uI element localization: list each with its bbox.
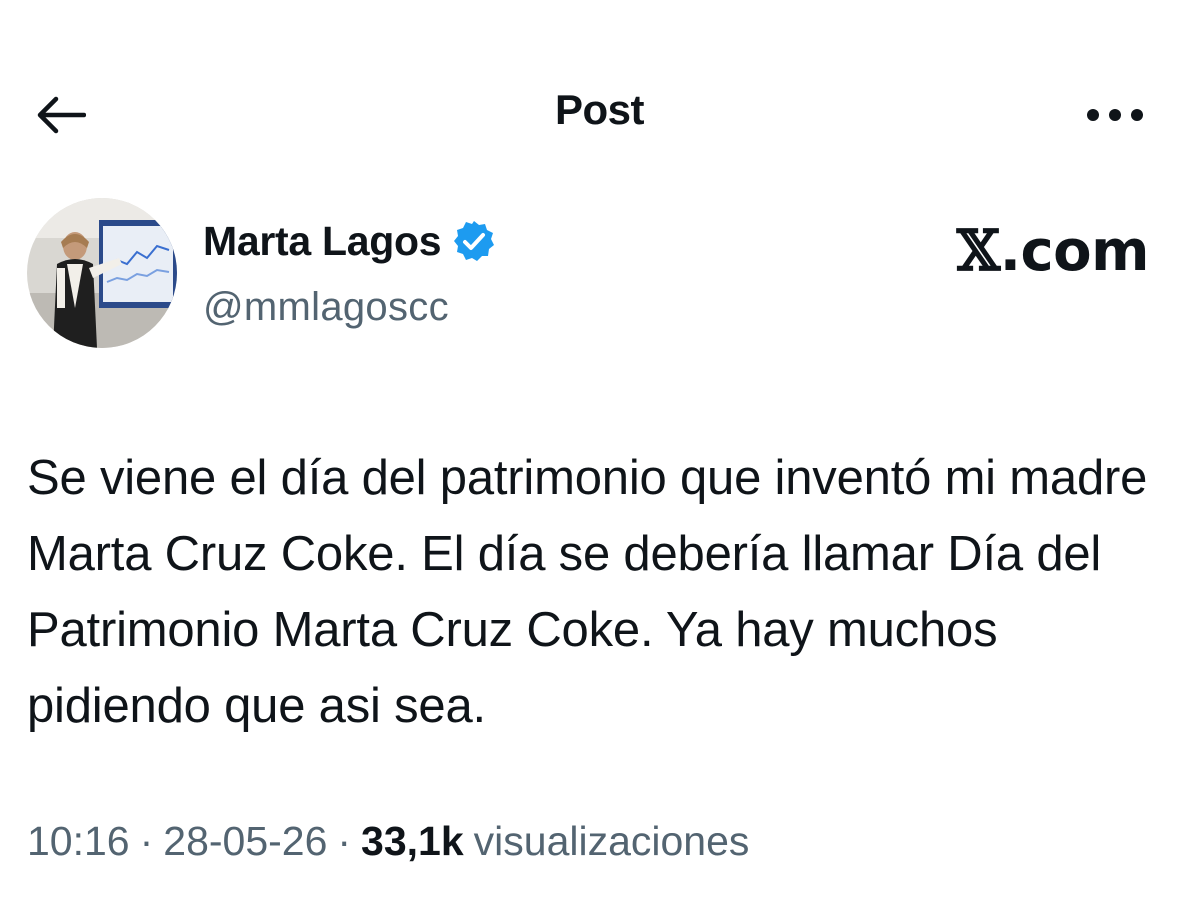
- source-label: 𝕏.com: [956, 218, 1150, 284]
- author-handle[interactable]: @mmlagoscc: [203, 285, 449, 330]
- avatar-photo: [27, 198, 177, 348]
- more-horizontal-icon: [1087, 109, 1143, 121]
- meta-separator: ·: [337, 818, 352, 864]
- author-name-row: Marta Lagos: [203, 218, 497, 265]
- post-text: Se viene el día del patrimonio que inven…: [27, 451, 1148, 733]
- source-domain: com: [1020, 219, 1149, 284]
- more-options-button[interactable]: [1080, 95, 1150, 135]
- views-count: 33,1k: [361, 818, 464, 864]
- avatar[interactable]: [27, 198, 177, 348]
- post-date[interactable]: 28-05-26: [163, 818, 327, 865]
- page-title: Post: [554, 86, 645, 133]
- x-logo-icon: 𝕏: [956, 218, 1000, 284]
- post-page: Post Marta Lagos @mmlagoscc 𝕏.com Se vie…: [0, 0, 1199, 913]
- post-time[interactable]: 10:16: [27, 818, 130, 865]
- source-separator: .: [999, 219, 1021, 284]
- meta-separator: ·: [139, 818, 154, 864]
- author-name[interactable]: Marta Lagos: [203, 218, 442, 265]
- post-meta: 10:16 · 28-05-26 · 33,1k visualizaciones: [27, 818, 749, 865]
- verified-badge-icon: [454, 220, 495, 261]
- views-label: visualizaciones: [473, 818, 750, 864]
